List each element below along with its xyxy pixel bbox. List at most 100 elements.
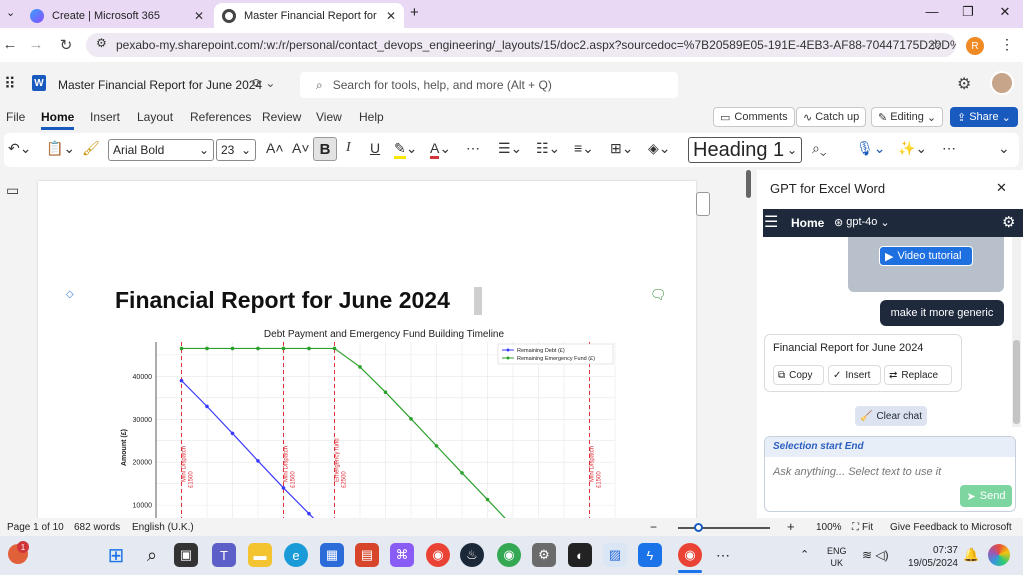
steam-icon[interactable]: ♨ bbox=[460, 543, 484, 567]
clock[interactable]: 07:37 19/05/2024 bbox=[902, 544, 958, 570]
more-apps-icon[interactable]: ⋯ bbox=[716, 547, 730, 564]
shading-icon[interactable]: ◈⌄ bbox=[648, 140, 671, 157]
new-tab-button[interactable]: + bbox=[410, 4, 419, 21]
zoom-level[interactable]: 100% bbox=[816, 522, 842, 533]
close-window-icon[interactable]: ✕ bbox=[995, 4, 1015, 20]
more-font-options-icon[interactable]: ⋯ bbox=[466, 140, 480, 157]
copy-button[interactable]: ⧉ Copy bbox=[773, 365, 824, 385]
settings-gear-icon[interactable]: ⚙ bbox=[957, 74, 971, 94]
panel-settings-icon[interactable]: ⚙ bbox=[1002, 213, 1015, 231]
file-explorer-icon[interactable]: ▬ bbox=[248, 543, 272, 567]
share-button[interactable]: ⇪ Share ⌄ bbox=[950, 107, 1018, 127]
panel-scroll-thumb[interactable] bbox=[1013, 340, 1020, 424]
grow-font-icon[interactable]: A˄ bbox=[266, 140, 284, 156]
app-icon-dark[interactable]: ◐ bbox=[568, 543, 592, 567]
reload-icon[interactable]: ↻ bbox=[56, 36, 76, 54]
browser-menu-icon[interactable]: ⋮ bbox=[1000, 36, 1014, 53]
copilot-icon[interactable] bbox=[988, 544, 1010, 566]
find-icon[interactable]: ⌕⌄ bbox=[812, 140, 826, 157]
ask-input[interactable]: Ask anything... Select text to use it bbox=[773, 466, 941, 478]
chrome-profile-icon[interactable]: ◉ bbox=[497, 543, 521, 567]
word-count[interactable]: 682 words bbox=[74, 522, 120, 533]
menu-references[interactable]: References bbox=[190, 110, 251, 124]
menu-insert[interactable]: Insert bbox=[90, 110, 120, 124]
search-box[interactable]: ⌕ Search for tools, help, and more (Alt … bbox=[300, 72, 678, 98]
close-tab-icon[interactable]: ✕ bbox=[386, 9, 396, 23]
send-button[interactable]: ➤ Send bbox=[960, 485, 1012, 507]
menu-file[interactable]: File bbox=[6, 110, 25, 124]
profile-avatar[interactable]: R bbox=[966, 37, 984, 55]
italic-button[interactable]: I bbox=[346, 140, 351, 156]
assistant-reply-text[interactable]: Financial Report for June 2024 bbox=[773, 342, 923, 354]
font-name-select[interactable]: Arial Bold ⌄ bbox=[108, 139, 214, 161]
maximize-icon[interactable]: ❐ bbox=[958, 4, 978, 20]
styles-select[interactable]: Heading 1 ⌄ bbox=[688, 137, 802, 163]
site-info-icon[interactable]: ⚙ bbox=[96, 36, 107, 50]
task-view-icon[interactable]: ▣ bbox=[174, 543, 198, 567]
app-launcher-icon[interactable]: ⠿ bbox=[4, 74, 16, 94]
bell-icon[interactable]: 🔔 bbox=[963, 547, 979, 563]
store-icon[interactable]: ▦ bbox=[320, 543, 344, 567]
chrome-icon[interactable]: ◉ bbox=[426, 543, 450, 567]
menu-home[interactable]: Home bbox=[41, 110, 75, 130]
document-heading[interactable]: Financial Report for June 2024 bbox=[115, 287, 450, 314]
forward-icon[interactable]: → bbox=[26, 36, 46, 53]
search-taskbar-icon[interactable]: ⌕ bbox=[140, 543, 164, 567]
shrink-font-icon[interactable]: A˅ bbox=[292, 140, 310, 156]
zoom-out-icon[interactable]: − bbox=[650, 520, 657, 534]
zoom-slider-thumb[interactable] bbox=[694, 523, 703, 532]
document-name[interactable]: Master Financial Report for June 2024 bbox=[58, 78, 262, 92]
photos-icon[interactable]: ▨ bbox=[603, 543, 627, 567]
tray-chevron-icon[interactable]: ⌃ bbox=[800, 548, 809, 561]
menu-layout[interactable]: Layout bbox=[137, 110, 173, 124]
insert-button[interactable]: ✓ Insert bbox=[828, 365, 881, 385]
tab-list-chevron-icon[interactable]: ⌄ bbox=[6, 6, 15, 19]
zoom-in-icon[interactable]: + bbox=[787, 519, 795, 534]
tab-financial-report[interactable]: Master Financial Report for June ✕ bbox=[214, 3, 404, 28]
navigation-pane-icon[interactable]: ▭ bbox=[6, 182, 19, 199]
menu-help[interactable]: Help bbox=[359, 110, 384, 124]
bookmark-star-icon[interactable]: ☆ bbox=[929, 36, 942, 54]
minimize-icon[interactable]: — bbox=[922, 4, 942, 19]
hamburger-menu-icon[interactable]: ☰ bbox=[764, 212, 778, 232]
format-painter-icon[interactable]: 🖌 bbox=[82, 140, 100, 157]
autosave-sync-icon[interactable]: ⟳ ⌄ bbox=[252, 76, 275, 90]
dictate-icon[interactable]: 🎙⌄ bbox=[856, 140, 886, 157]
borders-icon[interactable]: ⊞⌄ bbox=[610, 140, 633, 157]
wifi-volume-icon[interactable]: ≋ ◁) bbox=[862, 548, 889, 562]
chrome-active-icon[interactable]: ◉ bbox=[678, 543, 702, 567]
undo-icon[interactable]: ↶⌄ bbox=[8, 140, 31, 157]
designer-icon[interactable]: ✨⌄ bbox=[898, 140, 927, 157]
numbering-icon[interactable]: ☷⌄ bbox=[536, 140, 560, 157]
address-bar[interactable]: ⚙ pexabo-my.sharepoint.com/:w:/r/persona… bbox=[86, 33, 956, 57]
menu-view[interactable]: View bbox=[316, 110, 342, 124]
user-avatar[interactable] bbox=[990, 71, 1014, 95]
menu-review[interactable]: Review bbox=[262, 110, 301, 124]
video-tutorial-button[interactable]: ▶ Video tutorial bbox=[879, 246, 973, 266]
paste-icon[interactable]: 📋⌄ bbox=[46, 140, 75, 157]
font-color-icon[interactable]: A⌄ bbox=[430, 140, 451, 159]
back-icon[interactable]: ← bbox=[0, 36, 20, 53]
app-icon-blue[interactable]: ϟ bbox=[638, 543, 662, 567]
language-indicator[interactable]: ENG UK bbox=[827, 545, 847, 569]
replace-button[interactable]: ⇄ Replace bbox=[884, 365, 952, 385]
underline-button[interactable]: U bbox=[370, 140, 380, 156]
zoom-slider[interactable] bbox=[678, 527, 770, 529]
teams-icon[interactable]: T bbox=[212, 543, 236, 567]
bold-button[interactable]: B bbox=[313, 137, 337, 161]
more-options-icon[interactable]: ⋯ bbox=[942, 140, 956, 157]
model-selector[interactable]: ⊛ gpt-4o ⌄ bbox=[834, 216, 890, 229]
app-icon-purple[interactable]: ⌘ bbox=[390, 543, 414, 567]
app-icon-red[interactable]: ▤ bbox=[355, 543, 379, 567]
close-tab-icon[interactable]: ✕ bbox=[194, 9, 204, 23]
windows-start-icon[interactable]: ⊞ bbox=[104, 543, 128, 567]
comments-button[interactable]: ▭ Comments bbox=[713, 107, 795, 127]
fit-button[interactable]: ⛶ Fit bbox=[852, 522, 873, 533]
tab-create-microsoft365[interactable]: Create | Microsoft 365 ✕ bbox=[22, 3, 212, 28]
catch-up-button[interactable]: ∿ Catch up bbox=[796, 107, 867, 127]
canvas-scrollbar[interactable] bbox=[746, 170, 751, 198]
app-icon-gray[interactable]: ⚙ bbox=[532, 543, 556, 567]
page-side-tab[interactable] bbox=[696, 192, 710, 216]
feedback-link[interactable]: Give Feedback to Microsoft bbox=[890, 522, 1012, 533]
bullets-icon[interactable]: ☰⌄ bbox=[498, 140, 522, 157]
